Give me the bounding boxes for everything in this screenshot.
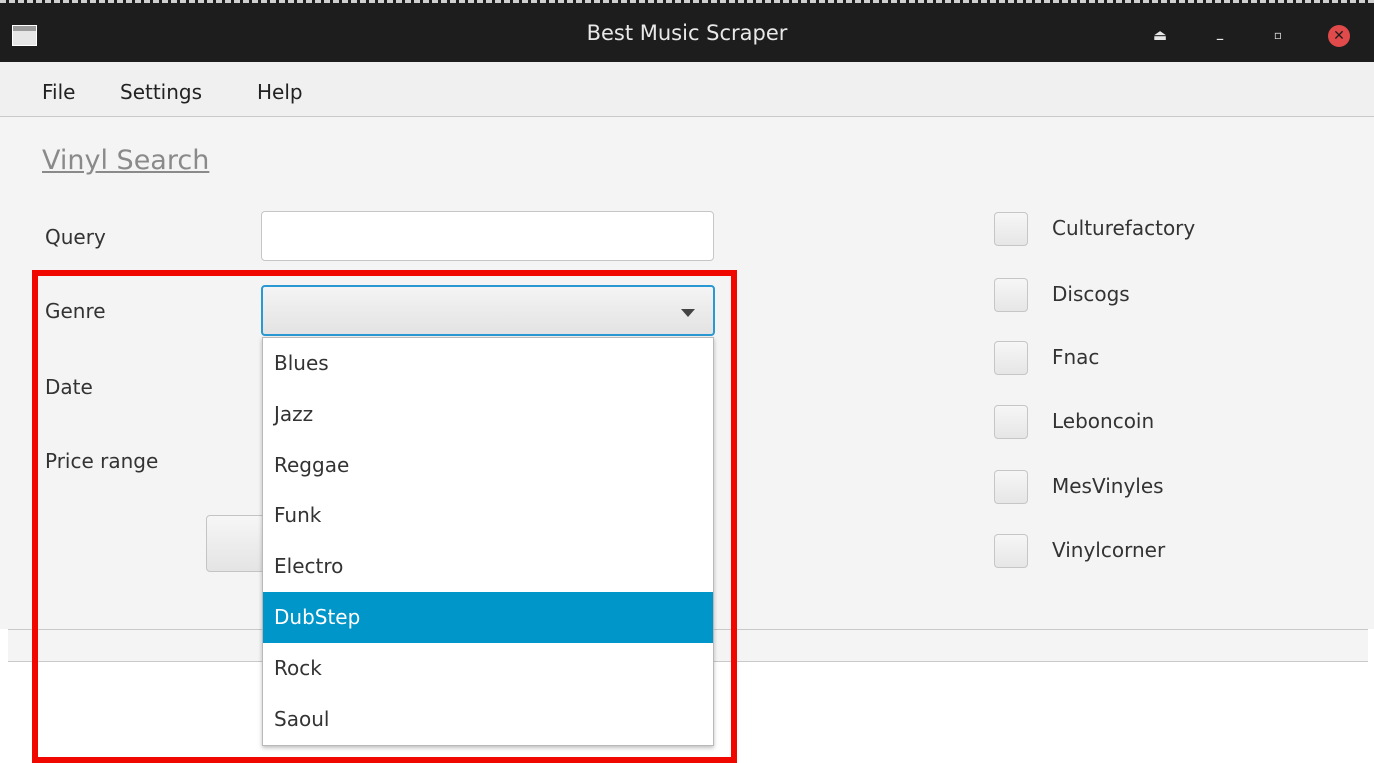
genre-option[interactable]: Reggae: [263, 440, 713, 491]
genre-option-highlighted[interactable]: DubStep: [263, 591, 713, 643]
close-icon[interactable]: ✕: [1328, 25, 1350, 47]
restore-icon[interactable]: ▫: [1268, 25, 1288, 45]
menu-file[interactable]: File: [42, 80, 75, 104]
source-checkbox[interactable]: [994, 212, 1028, 246]
query-input[interactable]: [261, 211, 714, 261]
source-checkbox[interactable]: [994, 405, 1028, 439]
genre-label: Genre: [45, 299, 106, 323]
source-label: Discogs: [1052, 282, 1130, 306]
genre-option[interactable]: Saoul: [263, 694, 713, 745]
date-label: Date: [45, 375, 93, 399]
query-label: Query: [45, 225, 106, 249]
genre-option[interactable]: Electro: [263, 541, 713, 592]
source-checkbox[interactable]: [994, 470, 1028, 504]
genre-option[interactable]: Blues: [263, 338, 713, 389]
source-label: Culturefactory: [1052, 216, 1196, 240]
menu-settings[interactable]: Settings: [120, 80, 202, 104]
chevron-down-icon[interactable]: [681, 309, 695, 317]
source-label: Leboncoin: [1052, 409, 1155, 433]
source-label: MesVinyles: [1052, 474, 1164, 498]
window-titlebar: Best Music Scraper ⏏ – ▫ ✕: [0, 0, 1374, 62]
genre-select[interactable]: [261, 285, 715, 336]
source-label: Vinylcorner: [1052, 538, 1166, 562]
genre-option[interactable]: Rock: [263, 643, 713, 694]
genre-dropdown-list[interactable]: Blues Jazz Reggae Funk Electro DubStep R…: [262, 337, 714, 746]
genre-option[interactable]: Funk: [263, 490, 713, 541]
price-range-label: Price range: [45, 449, 159, 473]
genre-option[interactable]: Jazz: [263, 389, 713, 440]
minimize-icon[interactable]: –: [1210, 29, 1230, 49]
search-button[interactable]: [206, 515, 266, 572]
source-checkbox[interactable]: [994, 341, 1028, 375]
source-checkbox[interactable]: [994, 534, 1028, 568]
menu-help[interactable]: Help: [257, 80, 303, 104]
menu-bar: File Settings Help: [0, 62, 1374, 117]
page-title[interactable]: Vinyl Search: [42, 145, 209, 176]
source-label: Fnac: [1052, 345, 1100, 369]
source-checkbox[interactable]: [994, 278, 1028, 312]
eject-icon[interactable]: ⏏: [1150, 25, 1170, 45]
